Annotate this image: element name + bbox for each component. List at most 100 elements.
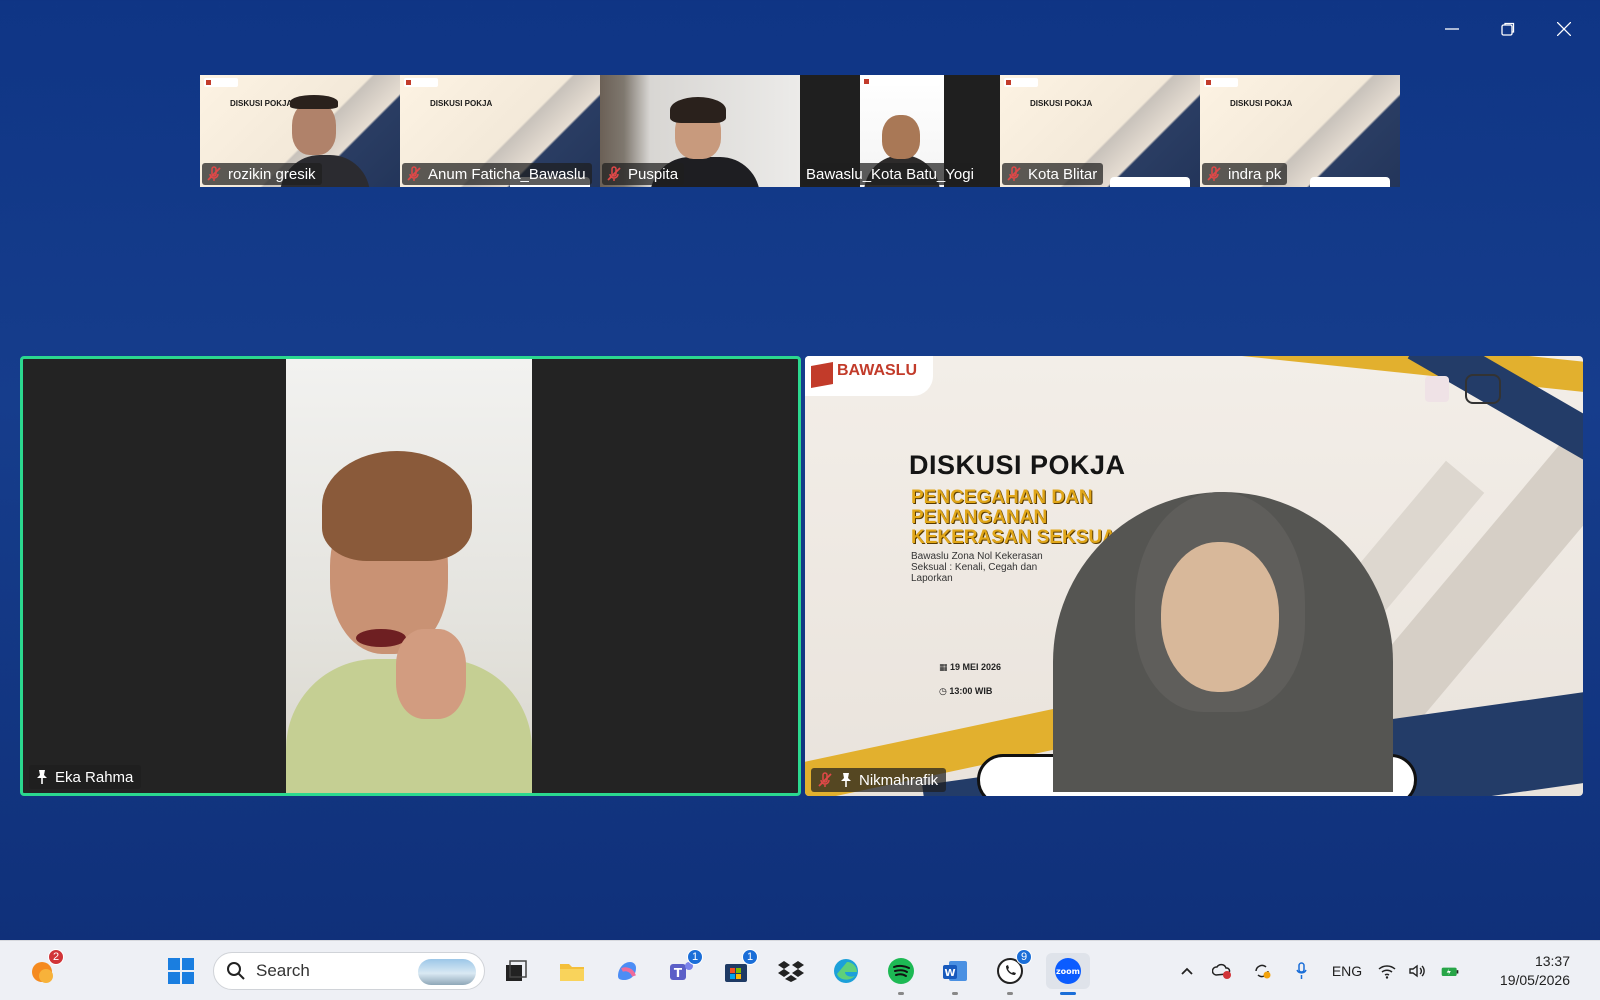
running-indicator (898, 992, 904, 995)
svg-text:W: W (944, 968, 955, 979)
weather-badge: 2 (48, 949, 64, 965)
pin-icon (839, 772, 853, 788)
microphone-status[interactable] (1282, 941, 1322, 1000)
bawaslu-logo-icon (811, 362, 833, 388)
word-button[interactable]: W (937, 953, 973, 995)
participant-lips (356, 629, 406, 647)
copilot-icon (618, 962, 636, 980)
slide-title: DISKUSI POKJA (1230, 99, 1293, 108)
active-indicator (1060, 992, 1076, 995)
participant-name: Nikmahrafik (859, 771, 939, 789)
logo-text: BAWASLU (837, 362, 917, 379)
minimize-icon (1445, 28, 1459, 30)
teams-button[interactable]: T 1 (663, 949, 703, 989)
muted-mic-icon (817, 772, 833, 788)
participant-name: Kota Blitar (1028, 165, 1098, 183)
bawaslu-logo-icon (404, 78, 438, 87)
running-indicator (1007, 992, 1013, 995)
participant-name-tag: indra pk (1202, 163, 1288, 185)
close-button[interactable] (1536, 14, 1592, 44)
participant-name: Eka Rahma (55, 768, 134, 786)
edge-button[interactable] (828, 953, 864, 989)
whatsapp-button[interactable]: 9 (992, 949, 1032, 995)
onedrive-status[interactable] (1202, 941, 1242, 1000)
whatsapp-badge: 9 (1016, 949, 1032, 965)
store-button[interactable]: 1 (718, 949, 758, 989)
date-text: 19 MEI 2026 (950, 662, 1002, 672)
window-controls (1424, 14, 1592, 44)
clock-date: 19/05/2026 (1499, 972, 1570, 988)
restore-icon (1501, 22, 1515, 36)
restore-button[interactable] (1480, 14, 1536, 44)
zoom-button[interactable]: zoom (1046, 953, 1090, 995)
slide-title: DISKUSI POKJA (230, 99, 293, 108)
volume-control[interactable] (1402, 941, 1432, 1000)
participant-tile[interactable]: Puspita (600, 75, 800, 187)
copilot-button[interactable] (609, 953, 645, 989)
spotify-button[interactable] (883, 953, 919, 995)
system-clock[interactable]: 13:37 19/05/2026 (1500, 952, 1570, 990)
presenter-tile[interactable]: BAWASLU DISKUSI POKJA PENCEGAHAN DAN PEN… (805, 356, 1583, 796)
bawaslu-logo-icon (1004, 78, 1038, 87)
start-button[interactable] (163, 953, 199, 989)
bawaslu-logo: BAWASLU (805, 356, 933, 396)
camera-feed (286, 359, 532, 793)
participant-tile[interactable]: DISKUSI POKJA indra pk (1200, 75, 1400, 187)
participant-tile[interactable]: DISKUSI POKJA Anum Faticha_Bawaslu (400, 75, 600, 187)
cloud-error-icon (1212, 963, 1231, 979)
taskbar-search[interactable] (213, 952, 485, 990)
active-speaker-tile[interactable]: Eka Rahma (20, 356, 801, 796)
participant-strip: DISKUSI POKJA rozikin gresik DISKUSI POK… (200, 75, 1400, 187)
task-view-icon (506, 960, 527, 981)
main-video-area: Eka Rahma BAWASLU DISKUSI POKJA PENCEGAH… (20, 356, 1583, 796)
slide-time: ◷ 13:00 WIB (939, 686, 992, 697)
chevron-up-icon (1181, 967, 1193, 975)
file-explorer-button[interactable] (554, 953, 590, 989)
slide-date: ▦ 19 MEI 2026 (939, 662, 1001, 673)
teams-badge: 1 (687, 949, 703, 965)
subtitle-line: PENANGANAN (911, 507, 1048, 528)
dropbox-icon (778, 961, 804, 982)
participant-name-tag: Nikmahrafik (811, 768, 947, 792)
muted-mic-icon (406, 166, 422, 182)
participant-face (292, 101, 336, 155)
slide-title: DISKUSI POKJA (430, 99, 493, 108)
search-icon (227, 962, 245, 980)
participant-name-tag: Kota Blitar (1002, 163, 1104, 185)
participant-hand (396, 629, 466, 719)
show-hidden-icons-button[interactable] (1172, 941, 1202, 1000)
sync-icon (1255, 964, 1271, 979)
participant-tile[interactable]: Bawaslu_Kota Batu_Yogi (800, 75, 1000, 187)
edge-icon (834, 959, 858, 983)
muted-mic-icon (1206, 166, 1222, 182)
speaker-icon (1409, 964, 1425, 978)
system-tray: ENG (1172, 941, 1468, 1000)
participant-name: Bawaslu_Kota Batu_Yogi (806, 165, 974, 183)
participant-name: Anum Faticha_Bawaslu (428, 165, 586, 183)
minimize-button[interactable] (1424, 14, 1480, 44)
participant-tile[interactable]: DISKUSI POKJA Kota Blitar (1000, 75, 1200, 187)
battery-status[interactable] (1432, 941, 1468, 1000)
muted-mic-icon (1006, 166, 1022, 182)
slide-title: DISKUSI POKJA (1030, 99, 1093, 108)
word-icon: W (943, 961, 967, 981)
dropbox-button[interactable] (773, 953, 809, 989)
time-text: 13:00 WIB (949, 686, 993, 696)
sync-status[interactable] (1242, 941, 1282, 1000)
zoom-icon: zoom (1055, 958, 1081, 984)
participant-hair (290, 95, 338, 109)
muted-mic-icon (606, 166, 622, 182)
search-input[interactable] (256, 961, 406, 981)
participant-name: Puspita (628, 165, 679, 183)
store-badge: 1 (742, 949, 758, 965)
windows-icon (168, 958, 194, 984)
participant-tile[interactable]: DISKUSI POKJA rozikin gresik (200, 75, 400, 187)
wifi-status[interactable] (1372, 941, 1402, 1000)
task-view-button[interactable] (498, 953, 534, 989)
microphone-icon (1296, 962, 1307, 979)
battery-charging-icon (1441, 967, 1459, 976)
participant-name-tag: Puspita (602, 163, 685, 185)
language-indicator[interactable]: ENG (1322, 941, 1372, 1000)
weather-widget[interactable]: 2 (24, 949, 64, 989)
slide-description: Bawaslu Zona Nol Kekerasan Seksual : Ken… (911, 551, 1043, 584)
